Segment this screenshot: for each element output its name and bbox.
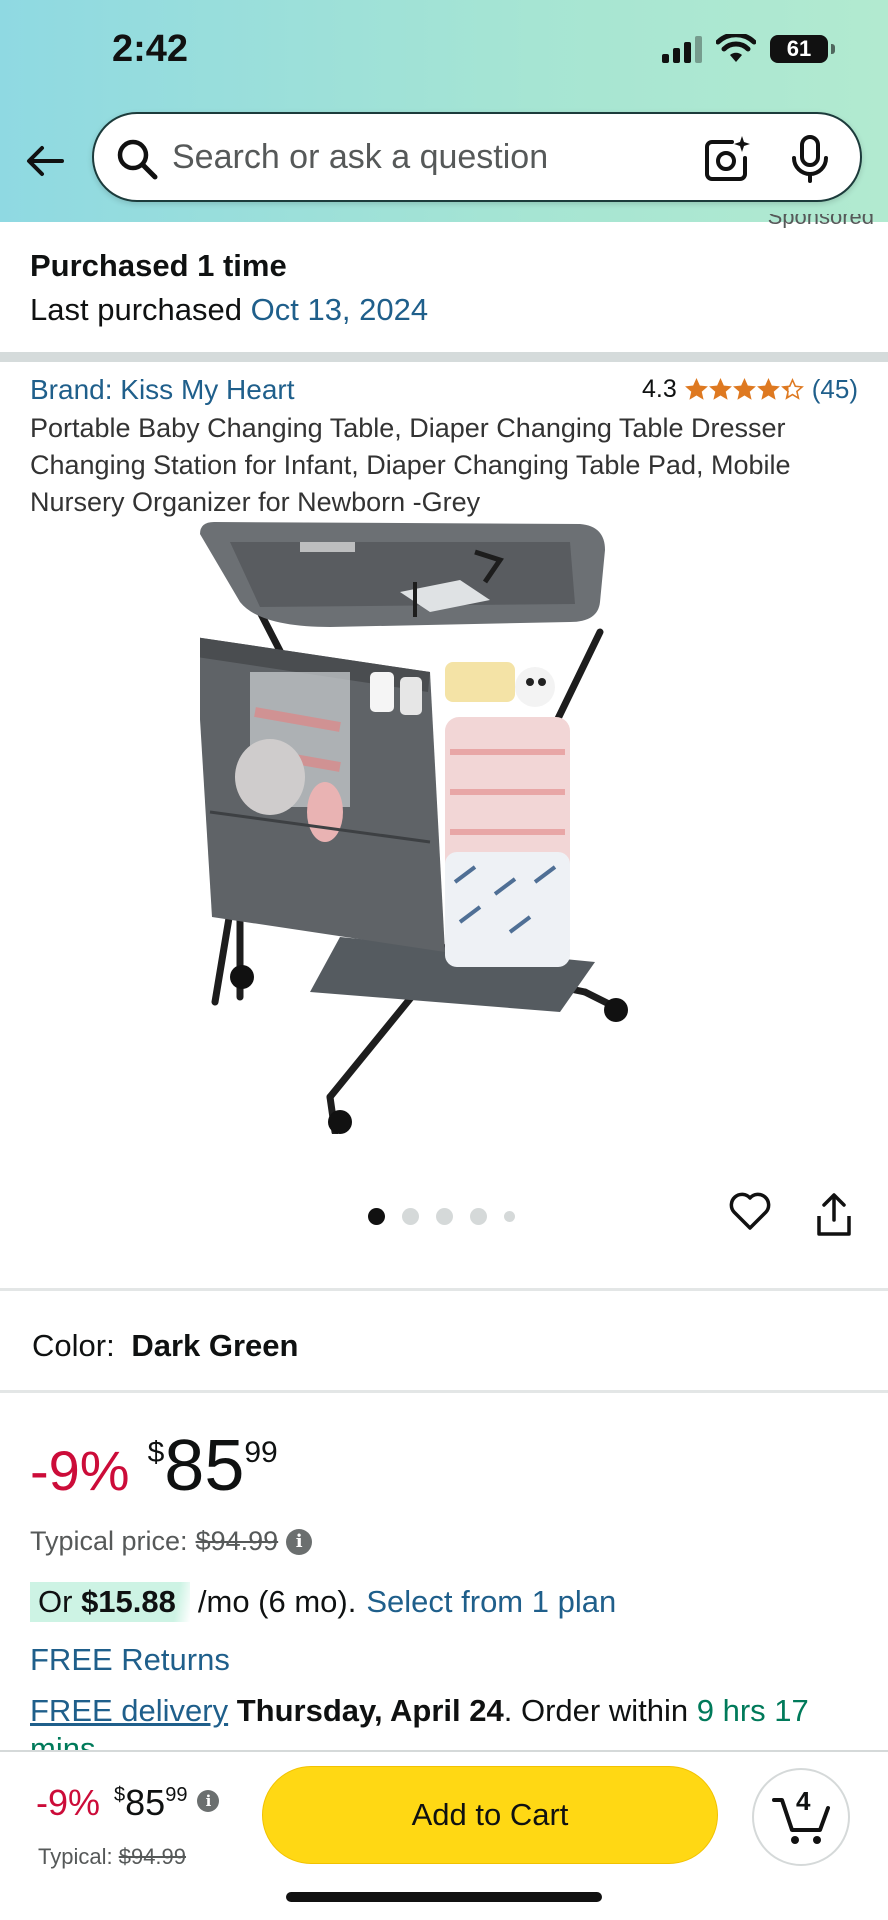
delivery-date: Thursday, April 24 — [236, 1693, 504, 1728]
last-purchased: Last purchased Oct 13, 2024 — [30, 292, 428, 328]
cart-icon — [772, 1798, 830, 1844]
free-returns-link[interactable]: FREE Returns — [30, 1642, 230, 1678]
delivery-info: FREE delivery Thursday, April 24. Order … — [30, 1692, 870, 1750]
bottom-price-whole: 85 — [125, 1782, 166, 1823]
search-input[interactable] — [172, 132, 652, 182]
carousel-dot[interactable] — [368, 1208, 385, 1225]
cart-button[interactable]: 4 — [752, 1768, 850, 1866]
brand-link[interactable]: Brand: Kiss My Heart — [30, 374, 295, 406]
current-price: $ 85 99 — [148, 1430, 278, 1502]
installment-chip: Or $15.88 — [30, 1582, 190, 1622]
image-carousel-dots[interactable] — [368, 1208, 515, 1225]
discount-percent: -9% — [30, 1439, 130, 1502]
search-icon — [117, 139, 158, 180]
battery-icon: 61 — [770, 35, 835, 63]
carousel-dot[interactable] — [470, 1208, 487, 1225]
sponsored-label: Sponsored — [767, 214, 874, 228]
select-plan-link[interactable]: Select from 1 plan — [366, 1584, 616, 1620]
add-to-cart-button[interactable]: Add to Cart — [262, 1766, 718, 1864]
carousel-dot[interactable] — [402, 1208, 419, 1225]
bottom-discount: -9% — [36, 1782, 101, 1823]
star-icon — [708, 378, 732, 400]
star-icon — [684, 378, 708, 400]
bottom-typical-label: Typical: — [38, 1844, 113, 1869]
rating-count: (45) — [811, 374, 858, 404]
product-image[interactable] — [200, 522, 690, 1134]
price-block: -9% $ 85 99 — [30, 1430, 278, 1503]
bottom-typical-value: $94.99 — [118, 1844, 187, 1869]
color-label: Color: — [32, 1328, 115, 1363]
purchased-count: Purchased 1 time — [30, 248, 287, 283]
last-purchased-date-link[interactable]: Oct 13, 2024 — [251, 292, 429, 327]
microphone-icon[interactable] — [788, 134, 832, 184]
wifi-icon — [716, 34, 756, 62]
section-divider — [0, 352, 888, 362]
price-whole: 85 — [164, 1426, 245, 1506]
star-rating — [684, 378, 804, 401]
home-indicator — [286, 1892, 602, 1902]
installment-plan: Or $15.88 /mo (6 mo). Select from 1 plan — [30, 1582, 616, 1622]
installment-or: Or — [38, 1584, 73, 1619]
typical-price-label: Typical price: — [30, 1526, 188, 1556]
search-bar[interactable] — [92, 112, 862, 202]
typical-price: Typical price: $94.99 i — [30, 1526, 313, 1557]
bottom-price-fraction: 99 — [165, 1784, 188, 1806]
bottom-price-symbol: $ — [114, 1784, 126, 1806]
color-selection[interactable]: Color: Dark Green — [32, 1328, 298, 1364]
price-symbol: $ — [147, 1436, 165, 1469]
delivery-order-text: . Order within — [503, 1693, 689, 1728]
carousel-dot[interactable] — [436, 1208, 453, 1225]
info-icon[interactable]: i — [286, 1528, 313, 1555]
wheel — [328, 1110, 352, 1134]
color-value: Dark Green — [131, 1328, 299, 1363]
price-fraction: 99 — [244, 1436, 278, 1469]
wheel — [230, 965, 254, 989]
bottom-typical-price: Typical: $94.99 — [38, 1844, 186, 1870]
installment-term: /mo (6 mo). — [197, 1584, 357, 1619]
star-icon — [756, 378, 780, 400]
info-icon[interactable]: i — [197, 1790, 220, 1812]
installment-amount: $15.88 — [81, 1584, 176, 1619]
free-delivery-link[interactable]: FREE delivery — [30, 1693, 228, 1728]
app-header: 2:42 61 — [0, 0, 888, 222]
star-icon — [780, 378, 804, 400]
purchase-history: Purchased 1 time Last purchased Oct 13, … — [30, 248, 428, 328]
status-time: 2:42 — [112, 28, 189, 70]
status-icons: 61 — [662, 34, 835, 64]
camera-lens-icon[interactable] — [702, 134, 752, 184]
rating-summary[interactable]: 4.3 (45) — [642, 374, 858, 405]
rating-value: 4.3 — [641, 375, 677, 403]
last-purchased-label: Last purchased — [30, 292, 242, 327]
divider — [0, 1288, 888, 1291]
star-icon — [732, 378, 756, 400]
heart-icon[interactable] — [728, 1190, 772, 1232]
back-arrow-icon[interactable] — [22, 138, 68, 184]
product-title: Portable Baby Changing Table, Diaper Cha… — [30, 413, 791, 517]
bottom-price: -9% $ 85 99 i — [36, 1782, 220, 1824]
wheel — [604, 998, 628, 1022]
typical-price-value: $94.99 — [195, 1526, 279, 1556]
share-icon[interactable] — [814, 1192, 854, 1238]
carousel-dot[interactable] — [504, 1211, 515, 1222]
divider — [0, 1390, 888, 1393]
cellular-signal-icon — [662, 35, 702, 63]
